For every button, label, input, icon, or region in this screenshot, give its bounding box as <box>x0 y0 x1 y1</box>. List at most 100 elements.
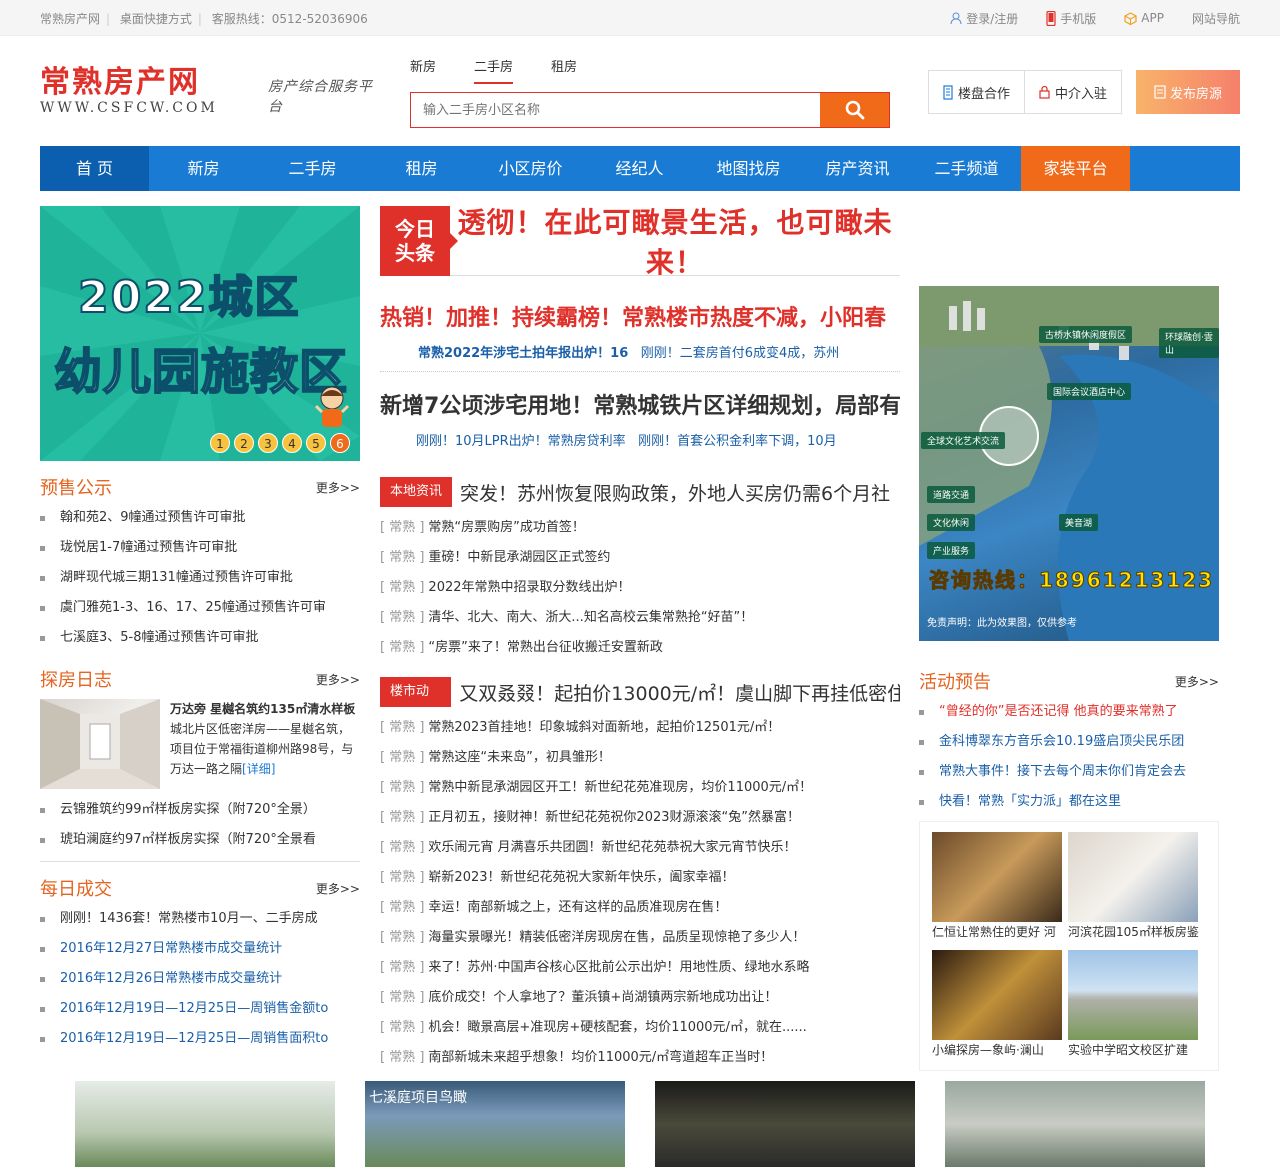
headline-sub-2a[interactable]: 刚刚！10月LPR出炉！常熟房贷利率 <box>416 434 626 449</box>
news-source: [ 常熟 ] <box>380 870 425 885</box>
headline-big-2[interactable]: 新增7公顷涉宅用地！常熟城铁片区详细规划，局部有 <box>380 388 900 420</box>
local-news-tag[interactable]: 本地资讯 <box>380 477 453 507</box>
site-name-link[interactable]: 常熟房产网 <box>40 12 100 26</box>
photo-gallery: 仁恒让常熟住的更好 河 河滨花园105㎡样板房鉴 小编探房—象屿·澜山 实验中学… <box>919 821 1219 1071</box>
gallery-item[interactable]: 小编探房—象屿·澜山 <box>932 950 1062 1060</box>
events-title: 活动预告 <box>919 672 991 693</box>
bottom-image[interactable]: 七溪庭项目鸟瞰 <box>365 1081 625 1167</box>
list-item[interactable]: [ 常熟 ] 正月初五，接财神！新世纪花苑祝你2023财源滚滚“兔”然暴富！ <box>380 803 900 833</box>
list-item[interactable]: [ 常熟 ] 常熟中新昆承湖园区开工！新世纪花苑准现房，均价11000元/㎡！ <box>380 773 900 803</box>
list-item[interactable]: [ 常熟 ] “房票”来了！常熟出台征收搬迁安置新政 <box>380 633 900 663</box>
list-item[interactable]: [ 常熟 ] 2022年常熟中招录取分数线出炉！ <box>380 573 900 603</box>
gallery-item[interactable]: 河滨花园105㎡样板房鉴 <box>1068 832 1199 942</box>
search-tab-new[interactable]: 新房 <box>410 56 436 82</box>
list-item[interactable]: [ 常熟 ] 清华、北大、南大、浙大...知名高校云集常熟抢“好苗”！ <box>380 603 900 633</box>
login-link[interactable]: 登录/注册 <box>950 10 1018 27</box>
property-coop-button[interactable]: 楼盘合作 <box>929 71 1024 113</box>
list-item[interactable]: [ 常熟 ] 重磅！中新昆承湖园区正式签约 <box>380 543 900 573</box>
banner-dot[interactable]: 1 <box>210 433 230 453</box>
search-input[interactable] <box>411 93 820 127</box>
nav-item-map-search[interactable]: 地图找房 <box>694 146 803 191</box>
list-item[interactable]: 2016年12月19日—12月25日—周销售金额to <box>40 994 360 1024</box>
search-tab-rent[interactable]: 租房 <box>551 56 577 82</box>
banner-dot[interactable]: 2 <box>234 433 254 453</box>
headline-sub-2b[interactable]: 刚刚！首套公积金利率下调，10月 <box>638 434 837 449</box>
bottom-image[interactable] <box>945 1081 1205 1167</box>
search-tab-second-hand[interactable]: 二手房 <box>474 56 514 84</box>
app-link[interactable]: APP <box>1124 11 1164 25</box>
agent-join-label: 中介入驻 <box>1054 86 1107 102</box>
list-item[interactable]: [ 常熟 ] 常熟2023首挂地！印象城斜对面新地，起拍价12501元/㎡！ <box>380 713 900 743</box>
headline-big-1[interactable]: 热销！加推！持续霸榜！常熟楼市热度不减，小阳春 <box>380 300 900 332</box>
mobile-link[interactable]: 手机版 <box>1046 10 1096 27</box>
gallery-item[interactable]: 实验中学昭文校区扩建 <box>1068 950 1198 1060</box>
list-item[interactable]: [ 常熟 ] 欢乐闹元宵 月满喜乐共团圆！新世纪花苑恭祝大家元宵节快乐！ <box>380 833 900 863</box>
list-item[interactable]: 虞门雅苑1-3、16、17、25幢通过预售许可审 <box>40 593 360 623</box>
nav-item-second-hand-channel[interactable]: 二手频道 <box>912 146 1021 191</box>
bottom-image[interactable] <box>75 1081 335 1167</box>
gallery-item[interactable]: 仁恒让常熟住的更好 河 <box>932 832 1062 942</box>
nav-item-community-prices[interactable]: 小区房价 <box>476 146 585 191</box>
list-item[interactable]: 琥珀澜庭约97㎡样板房实探（附720°全景看 <box>40 825 360 855</box>
list-item[interactable]: [ 常熟 ] 来了！苏州·中国声谷核心区批前公示出炉！用地性质、绿地水系略 <box>380 953 900 983</box>
list-item[interactable]: “曾经的你”是否还记得 他真的要来常熟了 <box>919 697 1219 727</box>
market-news-title[interactable]: 又双叒叕！起拍价13000元/㎡！虞山脚下再挂低密住 <box>459 679 900 706</box>
daily-header: 每日成交 更多>> <box>40 876 360 900</box>
daily-more-link[interactable]: 更多>> <box>316 880 360 897</box>
headline-sub-1b[interactable]: 刚刚！二套房首付6成变4成，苏州 <box>641 346 840 361</box>
desktop-shortcut-link[interactable]: 桌面快捷方式 <box>120 12 192 26</box>
site-nav-link[interactable]: 网站导航 <box>1192 10 1240 27</box>
search-button[interactable] <box>820 93 889 127</box>
nav-item-agents[interactable]: 经纪人 <box>585 146 694 191</box>
list-item[interactable]: [ 常熟 ] 南部新城未来超乎想象！均价11000元/㎡弯道超车正当时！ <box>380 1043 900 1073</box>
tanfang-feature-title[interactable]: 万达旁 星樾名筑约135㎡清水样板 <box>170 699 360 719</box>
list-item[interactable]: 快看！常熟「实力派」都在这里 <box>919 787 1219 817</box>
list-item[interactable]: 2016年12月26日常熟楼市成交量统计 <box>40 964 360 994</box>
list-item[interactable]: 翰和苑2、9幢通过预售许可审批 <box>40 503 360 533</box>
presale-more-link[interactable]: 更多>> <box>316 479 360 496</box>
banner-dot[interactable]: 4 <box>282 433 302 453</box>
headline-title[interactable]: 透彻！在此可瞰景生活，也可瞰未来！ <box>450 201 900 281</box>
news-title: 重磅！中新昆承湖园区正式签约 <box>428 550 611 565</box>
events-more-link[interactable]: 更多>> <box>1175 673 1219 690</box>
list-item[interactable]: 2016年12月27日常熟楼市成交量统计 <box>40 934 360 964</box>
list-item[interactable]: [ 常熟 ] 常熟“房票购房”成功首签！ <box>380 513 900 543</box>
tanfang-thumbnail[interactable] <box>40 699 160 789</box>
publish-listing-button[interactable]: 发布房源 <box>1136 70 1240 114</box>
nav-item-new-homes[interactable]: 新房 <box>149 146 258 191</box>
list-item[interactable]: [ 常熟 ] 底价成交！个人拿地了？董浜镇+尚湖镇两宗新地成功出让！ <box>380 983 900 1013</box>
list-item[interactable]: 七溪庭3、5-8幢通过预售许可审批 <box>40 623 360 653</box>
list-item[interactable]: 2016年12月19日—12月25日—周销售面积to <box>40 1024 360 1054</box>
left-banner[interactable]: 2022城区 幼儿园施教区 1 2 3 4 5 6 <box>40 206 360 461</box>
banner-dot[interactable]: 3 <box>258 433 278 453</box>
nav-item-rent[interactable]: 租房 <box>367 146 476 191</box>
list-item[interactable]: 云锦雅筑约99㎡样板房实探（附720°全景） <box>40 795 360 825</box>
tanfang-detail-link[interactable]: [详细] <box>242 762 275 776</box>
list-item[interactable]: [ 常熟 ] 机会！瞰景高层+准现房+硬核配套，均价11000元/㎡，就在....… <box>380 1013 900 1043</box>
local-news-title[interactable]: 突发！苏州恢复限购政策，外地人买房仍需6个月社 <box>460 479 890 506</box>
list-item[interactable]: 常熟大事件！接下去每个周末你们肯定会去 <box>919 757 1219 787</box>
list-item[interactable]: [ 常熟 ] 海量实景曝光！精装低密洋房现房在售，品质呈现惊艳了多少人！ <box>380 923 900 953</box>
agent-join-button[interactable]: 中介入驻 <box>1025 71 1121 113</box>
list-item[interactable]: 珑悦居1-7幢通过预售许可审批 <box>40 533 360 563</box>
list-item[interactable]: 金科博翠东方音乐会10.19盛启顶尖民乐团 <box>919 727 1219 757</box>
site-logo[interactable]: 常熟房产网 WWW.CSFCW.COM 房产综合服务平台 <box>40 66 380 122</box>
nav-item-second-hand[interactable]: 二手房 <box>258 146 367 191</box>
nav-item-news[interactable]: 房产资讯 <box>803 146 912 191</box>
tanfang-more-link[interactable]: 更多>> <box>316 671 360 688</box>
list-item[interactable]: 湖畔现代城三期131幢通过预售许可审批 <box>40 563 360 593</box>
list-item[interactable]: [ 常熟 ] 幸运！南部新城之上，还有这样的品质准现房在售！ <box>380 893 900 923</box>
bottom-image[interactable] <box>655 1081 915 1167</box>
nav-item-home[interactable]: 首 页 <box>40 146 149 191</box>
list-item[interactable]: [ 常熟 ] 崭新2023！新世纪花苑祝大家新年快乐，阖家幸福！ <box>380 863 900 893</box>
nav-item-home-decor[interactable]: 家装平台 <box>1021 146 1130 191</box>
list-item[interactable]: 刚刚！1436套！常熟楼市10月一、二手房成 <box>40 904 360 934</box>
news-title: 欢乐闹元宵 月满喜乐共团圆！新世纪花苑恭祝大家元宵节快乐！ <box>428 840 797 855</box>
banner-dot-active[interactable]: 6 <box>330 433 350 453</box>
banner-line2: 幼儿园施教区 <box>53 343 349 401</box>
banner-dot[interactable]: 5 <box>306 433 326 453</box>
headline-sub-1a[interactable]: 常熟2022年涉宅土拍年报出炉！16 <box>418 346 628 361</box>
right-banner[interactable]: 古桥水镇休闲度假区 环球融创·雲山 国际会议酒店中心 全球文化艺术交流 道路交通… <box>919 286 1219 641</box>
market-news-tag[interactable]: 楼市动态 <box>380 677 452 729</box>
list-item[interactable]: [ 常熟 ] 常熟这座“未来岛”，初具雏形！ <box>380 743 900 773</box>
